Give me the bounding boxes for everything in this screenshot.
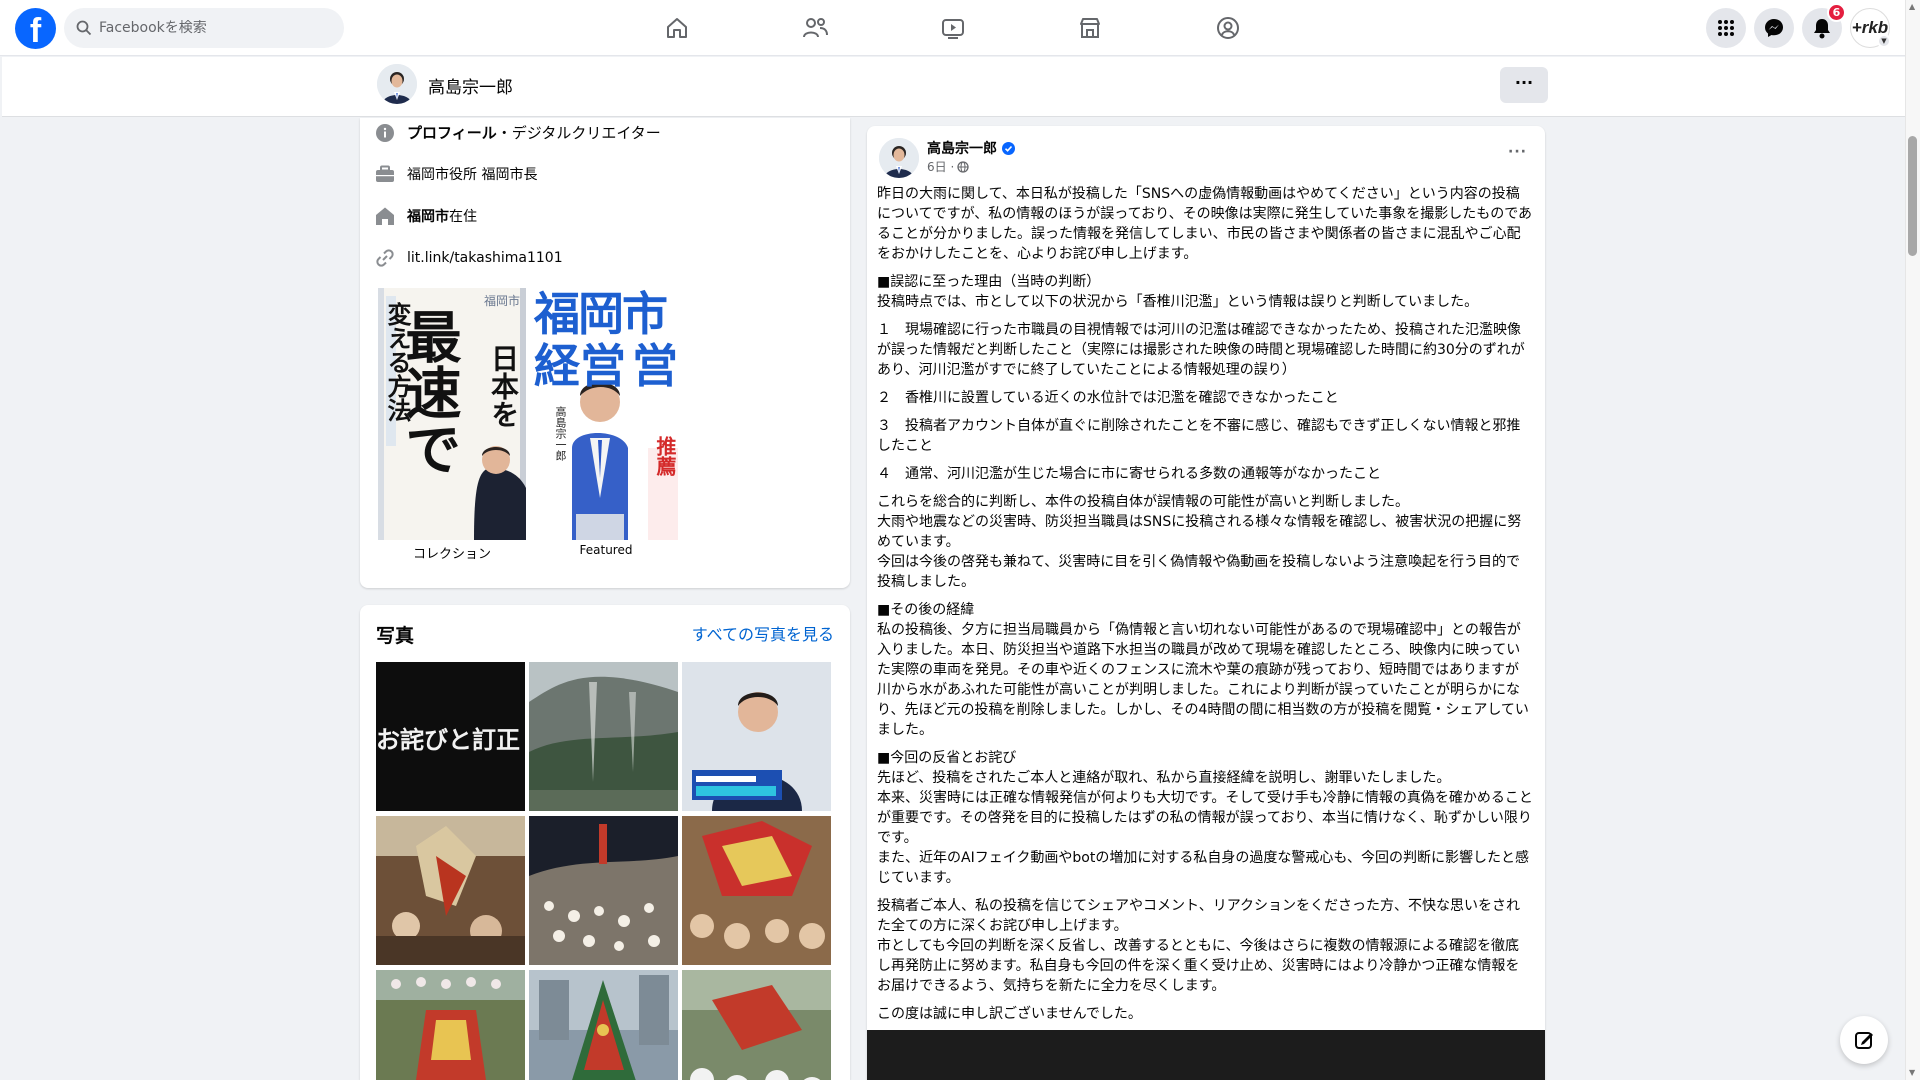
intro-lives-city[interactable]: 福岡市 — [407, 209, 449, 225]
post-author-avatar[interactable] — [879, 138, 919, 178]
post-meta: 6日 · — [927, 158, 969, 175]
search-icon — [76, 20, 92, 36]
intro-work-text: 福岡市役所 福岡市長 — [407, 167, 538, 183]
post-paragraph: ■その後の経緯 私の投稿後、夕方に担当局職員から「偽情報と言い切れない可能性があ… — [877, 602, 1529, 738]
nav-tab-friends[interactable] — [759, 4, 871, 52]
nav-tab-video[interactable] — [897, 4, 1009, 52]
book2-title: 福岡市 — [534, 288, 668, 341]
profile-subheader: 高島宗一郎 ··· — [2, 57, 1905, 117]
house-icon — [376, 207, 394, 225]
post-paragraph: 投稿者ご本人、私の投稿を信じてシェアやコメント、リアクションをくださった方、不快… — [877, 898, 1521, 994]
search-box[interactable] — [64, 8, 344, 48]
book2-title-2: 経営 — [534, 339, 626, 393]
book1-title-big: 最速で — [396, 308, 462, 476]
book1-caption: コレクション — [412, 547, 491, 562]
post-more-options[interactable]: ··· — [1508, 144, 1527, 160]
intro-profile-row: プロフィール・デジタルクリエイター — [375, 122, 661, 143]
intro-work-row: 福岡市役所 福岡市長 — [375, 164, 537, 184]
nav-tab-home[interactable] — [621, 4, 733, 52]
photo-thumb[interactable] — [682, 970, 831, 1080]
featured-book-featured[interactable]: 福岡市 経営 営 高島宗一郎 推薦 — [532, 288, 680, 540]
intro-lives-row: 福岡市在住 — [375, 206, 477, 226]
messenger-icon — [1765, 19, 1783, 37]
groups-icon — [1217, 17, 1239, 39]
search-input[interactable] — [99, 20, 319, 36]
friends-icon — [803, 18, 828, 38]
photo-thumb[interactable]: お詫びと訂正 — [376, 662, 525, 811]
menu-button[interactable] — [1706, 8, 1746, 48]
marketplace-icon — [1080, 18, 1100, 38]
notification-badge: 6 — [1827, 3, 1846, 22]
featured-book-collection[interactable]: 福岡市 最速で 日本を 変える方法 — [378, 288, 526, 540]
post-author-row: 高島宗一郎 — [927, 138, 1015, 158]
book2-tag: 推薦 — [653, 436, 677, 476]
book2-caption: Featured — [579, 543, 633, 557]
intro-card: プロフィール・デジタルクリエイター 福岡市役所 福岡市長 福岡市在住 lit.l… — [360, 118, 850, 588]
link-icon — [376, 249, 394, 267]
more-options-button[interactable]: ··· — [1500, 67, 1548, 103]
menu-grid-icon — [1718, 20, 1734, 36]
photo-thumb[interactable] — [529, 662, 678, 811]
post-paragraph: この度は誠に申し訳ございませんでした。 — [877, 1006, 1142, 1022]
book2-title-3: 営 — [632, 339, 678, 393]
photos-title: 写真 — [376, 625, 415, 647]
post-paragraph: 昨日の大雨に関して、本日私が投稿した「SNSへの虚偽情報動画はやめてください」と… — [877, 186, 1533, 262]
post-timestamp[interactable]: 6日 · — [927, 158, 954, 175]
book1-top-text: 福岡市 — [484, 294, 521, 308]
photo-thumb[interactable] — [529, 816, 678, 965]
info-icon — [376, 123, 394, 142]
book1-title-line: 変える方法 — [383, 302, 412, 422]
scroll-up-arrow[interactable]: ▲ — [1909, 2, 1915, 11]
facebook-logo-icon[interactable]: f — [15, 8, 56, 49]
home-icon — [667, 18, 687, 38]
post-paragraph: ３ 投稿者アカウント自体が直ぐに削除されたことを不審に感じ、確認もできず正しくな… — [877, 418, 1521, 454]
post-paragraph: ２ 香椎川に設置している近くの水位計では氾濫を確認できなかったこと — [877, 390, 1339, 406]
intro-profile-label: プロフィール — [407, 124, 497, 142]
video-icon — [942, 19, 964, 39]
chevron-down-icon[interactable]: ▼ — [1877, 34, 1891, 48]
photos-card: 写真 すべての写真を見る お詫びと訂正 — [360, 605, 850, 1080]
book1-title-side: 日本を — [487, 344, 520, 428]
post-card: 高島宗一郎 6日 · ··· 昨日の大雨に関して、本日私が投稿した「SNSへの虚… — [867, 126, 1545, 1080]
nav-tab-marketplace[interactable] — [1034, 4, 1146, 52]
profile-avatar[interactable] — [377, 64, 417, 104]
intro-link-row[interactable]: lit.link/takashima1101 — [375, 248, 563, 268]
intro-link-text[interactable]: lit.link/takashima1101 — [407, 250, 563, 266]
profile-name: 高島宗一郎 — [428, 78, 513, 98]
bell-icon — [1814, 19, 1830, 39]
nav-tab-groups[interactable] — [1172, 4, 1284, 52]
post-author-name[interactable]: 高島宗一郎 — [927, 138, 997, 158]
see-all-photos-link[interactable]: すべての写真を見る — [692, 621, 834, 645]
verified-icon — [1002, 141, 1015, 155]
intro-lives-suffix: 在住 — [449, 209, 477, 225]
compose-message-button[interactable] — [1840, 1016, 1888, 1064]
intro-profile-category: ・デジタルクリエイター — [496, 124, 661, 142]
compose-icon — [1855, 1032, 1873, 1049]
top-navigation: f 6 +rkb ▼ — [0, 0, 1905, 56]
photo-thumb[interactable] — [682, 662, 831, 811]
photo-thumb[interactable] — [376, 816, 525, 965]
globe-icon — [957, 160, 969, 173]
post-body: 昨日の大雨に関して、本日私が投稿した「SNSへの虚偽情報動画はやめてください」と… — [877, 184, 1533, 1032]
post-paragraph: １ 現場確認に行った市職員の目視情報では河川の氾濫は確認できなかったため、投稿さ… — [877, 322, 1525, 378]
photo-thumb[interactable] — [682, 816, 831, 965]
post-paragraph: これらを総合的に判断し、本件の投稿自体が誤情報の可能性が高いと判断しました。 大… — [877, 494, 1522, 590]
photo-thumb[interactable] — [376, 970, 525, 1080]
post-paragraph: ■誤認に至った理由（当時の判断） 投稿時点では、市として以下の状況から「香椎川氾… — [877, 274, 1479, 310]
photo-thumb[interactable] — [529, 970, 678, 1080]
photo-apology-text: お詫びと訂正 — [376, 725, 520, 754]
book2-author: 高島宗一郎 — [554, 406, 567, 461]
notifications-button[interactable]: 6 — [1802, 3, 1846, 48]
post-paragraph: ４ 通常、河川氾濫が生じた場合に市に寄せられる多数の通報等がなかったこと — [877, 466, 1381, 482]
post-paragraph: ■今回の反省とお詫び 先ほど、投稿をされたご本人と連絡が取れ、私から直接経緯を説… — [877, 750, 1533, 886]
messenger-button[interactable] — [1754, 8, 1794, 48]
briefcase-icon — [376, 165, 394, 182]
scroll-down-arrow[interactable]: ▼ — [1909, 1068, 1915, 1077]
post-media[interactable] — [867, 1030, 1545, 1080]
scrollbar-thumb[interactable] — [1908, 136, 1917, 256]
